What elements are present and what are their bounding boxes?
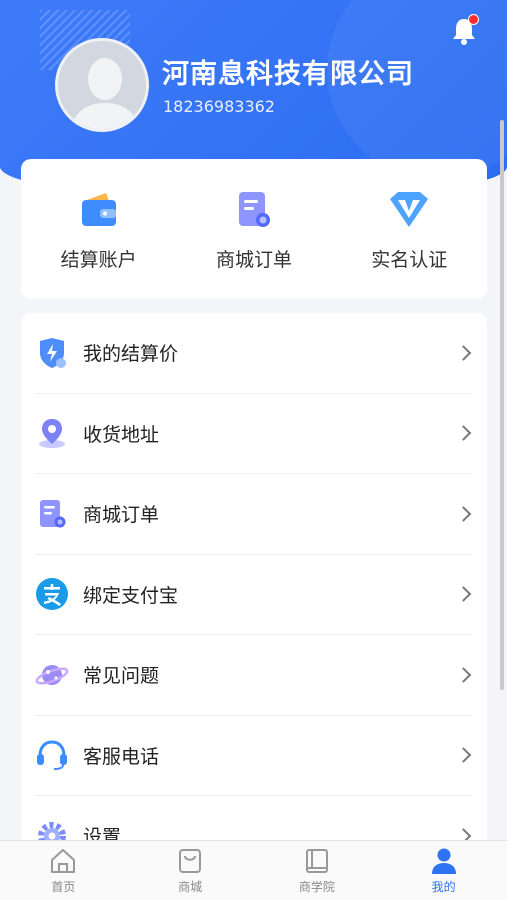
order-icon (238, 191, 270, 227)
tab-mall[interactable]: 商城 (127, 841, 254, 900)
order-icon (40, 499, 66, 528)
tab-home[interactable]: 首页 (0, 841, 127, 900)
chevron-right-icon (455, 344, 472, 361)
quick-action-label: 实名认证 (371, 248, 448, 271)
company-name: 河南息科技有限公司 (162, 59, 414, 90)
alipay-icon (36, 578, 68, 611)
menu-item-bind-alipay[interactable]: 绑定支付宝 (35, 555, 473, 635)
chevron-right-icon (455, 666, 472, 683)
quick-action-label: 结算账户 (60, 248, 137, 271)
menu-label: 我的结算价 (83, 343, 179, 366)
quick-action-settlement-account[interactable]: 结算账户 (29, 187, 169, 272)
planet-icon (35, 664, 69, 685)
settlement-shield-icon (40, 337, 66, 368)
menu-item-settlement-price[interactable]: 我的结算价 (35, 313, 473, 394)
quick-action-real-name-verification[interactable]: 实名认证 (339, 187, 479, 272)
phone-number: 18236983362 (163, 97, 275, 116)
location-pin-icon (39, 419, 65, 449)
notification-dot (468, 14, 479, 25)
shopping-bag-icon (179, 849, 202, 873)
chevron-right-icon (455, 747, 472, 764)
user-icon (431, 848, 456, 874)
tab-label: 商城 (178, 880, 203, 894)
menu-label: 客服电话 (83, 745, 160, 768)
verify-diamond-icon (390, 191, 429, 227)
bottom-tab-bar: 首页 商城 商学院 我的 (0, 840, 507, 900)
quick-action-mall-orders[interactable]: 商城订单 (184, 187, 324, 272)
home-icon (51, 849, 76, 873)
menu-label: 商城订单 (83, 504, 160, 527)
tab-label: 我的 (431, 880, 456, 894)
menu-list: 我的结算价 收货地址 商城订单 绑定支付宝 常见问题 客服电话 设置 (21, 313, 487, 873)
tab-label: 首页 (51, 880, 76, 894)
notification-bell-icon[interactable] (451, 14, 479, 46)
menu-label: 常见问题 (83, 665, 160, 688)
quick-actions-card: 结算账户 商城订单 实名认证 (21, 159, 487, 299)
menu-item-faq[interactable]: 常见问题 (35, 635, 473, 716)
chevron-right-icon (455, 586, 472, 603)
tab-label: 商学院 (298, 880, 335, 894)
quick-action-label: 商城订单 (215, 248, 292, 271)
chevron-right-icon (455, 425, 472, 442)
menu-item-customer-service-phone[interactable]: 客服电话 (35, 716, 473, 796)
menu-label: 绑定支付宝 (83, 584, 179, 607)
tab-business-school[interactable]: 商学院 (254, 841, 381, 900)
avatar[interactable] (55, 38, 149, 132)
page-scrollbar[interactable] (500, 120, 504, 690)
menu-item-shipping-address[interactable]: 收货地址 (35, 394, 473, 474)
wallet-icon (81, 192, 116, 226)
menu-item-mall-orders[interactable]: 商城订单 (35, 474, 473, 555)
menu-label: 收货地址 (83, 423, 160, 446)
chevron-right-icon (455, 505, 472, 522)
tab-mine[interactable]: 我的 (380, 841, 507, 900)
book-icon (305, 849, 328, 873)
headset-icon (37, 740, 67, 771)
